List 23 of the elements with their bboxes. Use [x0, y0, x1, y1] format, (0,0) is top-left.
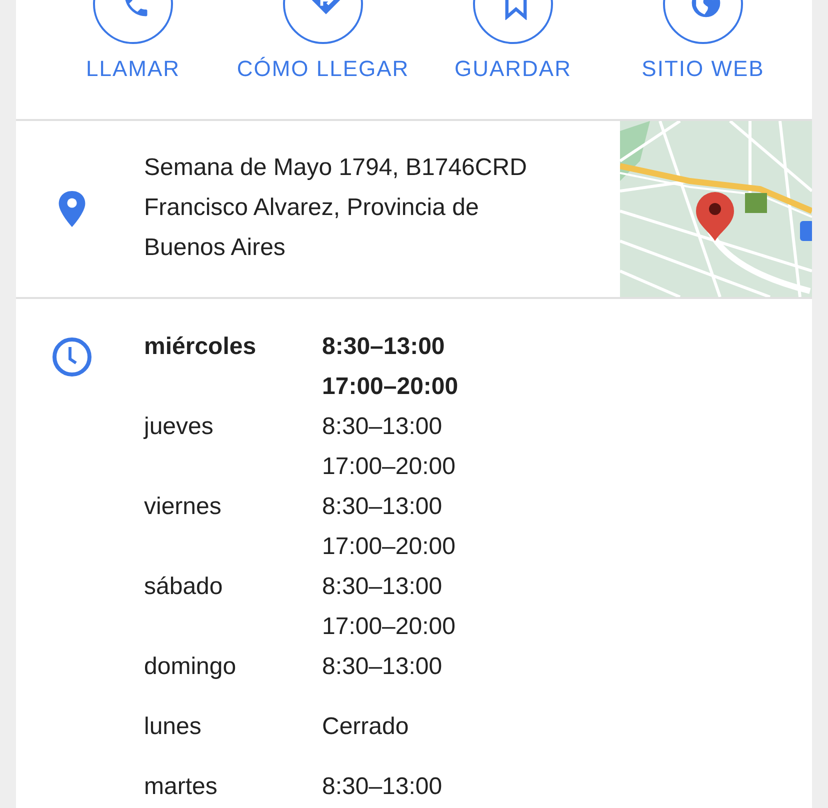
opening-hours-text: 17:00–20:00: [322, 452, 456, 482]
website-button[interactable]: SITIO WEB: [608, 0, 798, 119]
call-button[interactable]: LLAMAR: [38, 0, 228, 119]
opening-hours-text: 8:30–13:00: [322, 652, 442, 682]
opening-hours-text: 8:30–13:00: [322, 772, 442, 802]
day-label: miércoles: [144, 332, 256, 362]
day-label: domingo: [144, 652, 236, 682]
opening-hours-text: Cerrado: [322, 712, 409, 742]
opening-hours-text: 8:30–13:00: [322, 572, 442, 602]
day-label: viernes: [144, 492, 222, 522]
address-text: Semana de Mayo 1794, B1746CRD Francisco Alvarez, Provincia de Buenos Aires: [144, 153, 528, 263]
day-label: lunes: [144, 712, 202, 742]
opening-hours-text: 17:00–20:00: [322, 612, 456, 642]
directions-button[interactable]: CÓMO LLEGAR: [228, 0, 418, 119]
day-label: sábado: [144, 572, 223, 602]
opening-hours-text: 8:30–13:00: [322, 492, 442, 522]
save-button[interactable]: GUARDAR: [418, 0, 608, 119]
opening-hours-text: 17:00–20:00: [322, 532, 456, 562]
opening-hours-text: 17:00–20:00: [322, 372, 458, 402]
day-label: martes: [144, 772, 218, 802]
opening-hours-text: 8:30–13:00: [322, 332, 445, 362]
day-label: jueves: [144, 412, 214, 442]
opening-hours-text: 8:30–13:00: [322, 412, 442, 442]
